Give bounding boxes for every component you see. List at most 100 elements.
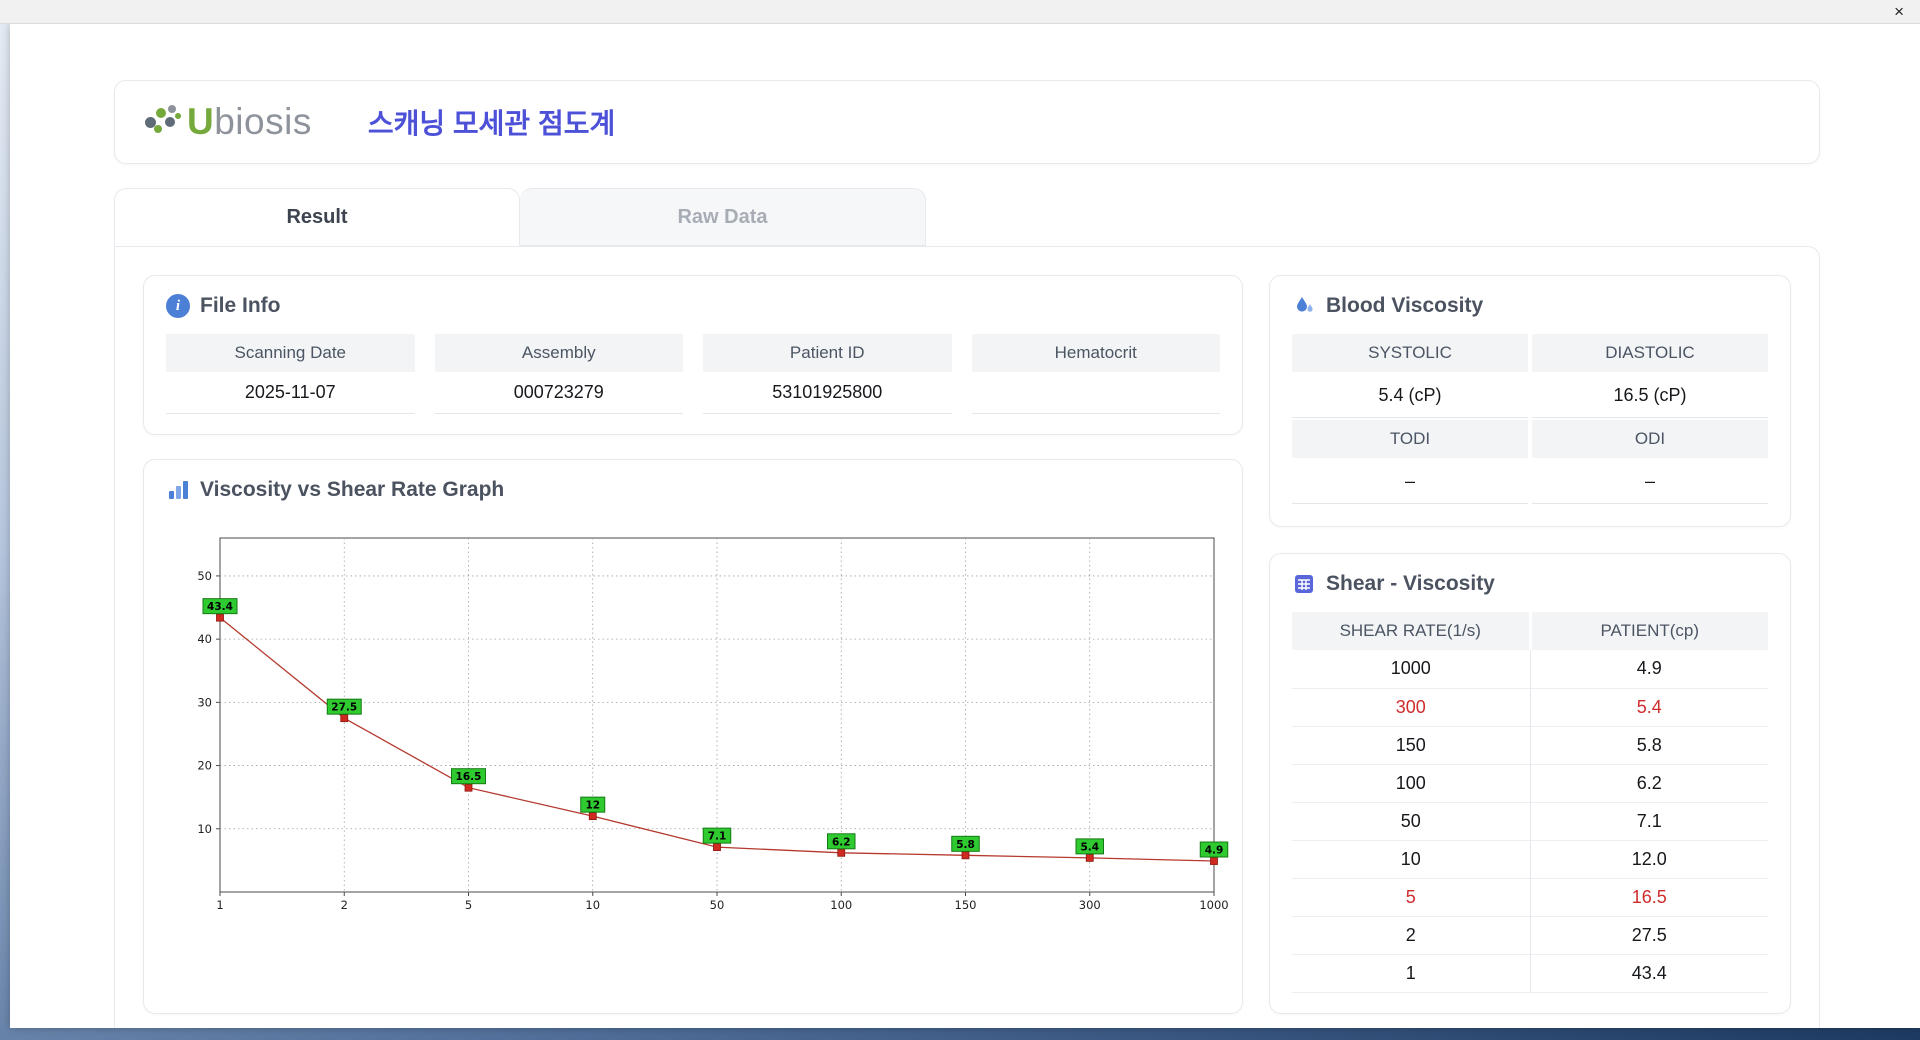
svg-text:6.2: 6.2	[832, 836, 851, 848]
table-row: 150 5.8	[1292, 726, 1768, 765]
header-card: Ubiosis 스캐닝 모세관 점도계	[114, 80, 1820, 164]
field-hematocrit: Hematocrit	[971, 334, 1220, 414]
svg-text:10: 10	[197, 822, 212, 836]
patient-viscosity-cell: 5.8	[1530, 726, 1768, 765]
graph-title: Viscosity vs Shear Rate Graph	[200, 478, 505, 501]
page-title: 스캐닝 모세관 점도계	[367, 108, 616, 139]
svg-text:10: 10	[585, 898, 600, 912]
shear-rate-column-header: SHEAR RATE(1/s)	[1292, 612, 1530, 650]
ubiosis-logo: Ubiosis	[145, 101, 312, 143]
patient-column-header: PATIENT(cp)	[1528, 612, 1768, 650]
patient-viscosity-cell: 16.5	[1530, 878, 1768, 917]
svg-text:20: 20	[197, 759, 212, 773]
svg-text:40: 40	[197, 632, 212, 646]
svg-text:100: 100	[830, 898, 852, 912]
file-info-card: i File Info Scanning Date 2025-11-07 Ass…	[143, 275, 1243, 435]
file-info-fields: Scanning Date 2025-11-07 Assembly 000723…	[166, 334, 1220, 414]
droplet-icon	[1297, 297, 1313, 312]
field-value: 000723279	[434, 372, 683, 414]
systolic-label: SYSTOLIC	[1292, 334, 1528, 372]
shear-viscosity-card: Shear - Viscosity SHEAR RATE(1/s) PATIEN…	[1269, 553, 1791, 1014]
svg-text:50: 50	[710, 898, 725, 912]
logo-dots-icon	[145, 105, 183, 139]
tab-raw-data[interactable]: Raw Data	[520, 188, 926, 246]
window-titlebar: ×	[0, 0, 1920, 24]
table-row: 50 7.1	[1292, 802, 1768, 841]
svg-text:7.1: 7.1	[708, 831, 727, 843]
table-row: 10 12.0	[1292, 840, 1768, 879]
viscosity-chart: 10203040501 2 5 10 50 100 150 300 100043.427.516…	[197, 537, 1229, 912]
svg-text:5.4: 5.4	[1080, 841, 1099, 853]
table-row: 1000 4.9	[1292, 650, 1768, 689]
app-window: Ubiosis 스캐닝 모세관 점도계 Result Raw Data i Fi…	[10, 24, 1920, 1028]
info-icon: i	[166, 294, 190, 318]
patient-viscosity-cell: 27.5	[1530, 916, 1768, 955]
table-row: 1 43.4	[1292, 954, 1768, 993]
odi-value: –	[1532, 460, 1768, 504]
shear-rate-cell: 300	[1292, 688, 1531, 727]
shear-rate-cell: 50	[1292, 802, 1531, 841]
svg-text:27.5: 27.5	[331, 702, 357, 714]
svg-text:43.4: 43.4	[207, 601, 233, 613]
field-label: Scanning Date	[166, 334, 415, 372]
shear-rate-cell: 1	[1292, 954, 1531, 993]
shear-rate-cell: 5	[1292, 878, 1531, 917]
field-value	[971, 372, 1220, 414]
field-label: Assembly	[434, 334, 683, 372]
shear-rate-cell: 2	[1292, 916, 1531, 955]
table-row: 300 5.4	[1292, 688, 1768, 727]
odi-label: ODI	[1532, 420, 1768, 458]
svg-text:50: 50	[197, 569, 212, 583]
todi-label: TODI	[1292, 420, 1528, 458]
table-icon	[1295, 575, 1313, 593]
patient-viscosity-cell: 6.2	[1530, 764, 1768, 803]
patient-viscosity-cell: 4.9	[1530, 650, 1768, 689]
shear-viscosity-table-body: 1000 4.9 300 5.4 150 5.8 100 6.2 50 7.1 10 12.0 5 16.…	[1292, 650, 1768, 993]
svg-text:12: 12	[585, 800, 600, 812]
field-value: 2025-11-07	[166, 372, 415, 414]
svg-text:150: 150	[955, 898, 977, 912]
field-patient-id: Patient ID 53101925800	[703, 334, 952, 414]
blood-viscosity-card: Blood Viscosity SYSTOLIC DIASTOLIC 5.4 (…	[1269, 275, 1791, 527]
logo-text-rest: biosis	[214, 101, 312, 142]
svg-text:30: 30	[197, 695, 212, 709]
table-row: 100 6.2	[1292, 764, 1768, 803]
blood-viscosity-grid: SYSTOLIC DIASTOLIC 5.4 (cP) 16.5 (cP) TO…	[1292, 334, 1768, 506]
close-icon[interactable]: ×	[1894, 1, 1904, 23]
shear-rate-cell: 10	[1292, 840, 1531, 879]
svg-text:1: 1	[216, 898, 223, 912]
field-scanning-date: Scanning Date 2025-11-07	[166, 334, 415, 414]
table-row: 2 27.5	[1292, 916, 1768, 955]
patient-viscosity-cell: 43.4	[1530, 954, 1768, 993]
svg-text:2: 2	[341, 898, 348, 912]
shear-viscosity-title: Shear - Viscosity	[1326, 572, 1495, 595]
field-assembly: Assembly 000723279	[434, 334, 683, 414]
shear-viscosity-table: SHEAR RATE(1/s) PATIENT(cp) 1000 4.9 300 5.…	[1292, 612, 1768, 993]
file-info-title: File Info	[200, 294, 281, 317]
field-value: 53101925800	[703, 372, 952, 414]
patient-viscosity-cell: 12.0	[1530, 840, 1768, 879]
diastolic-label: DIASTOLIC	[1532, 334, 1768, 372]
bar-chart-icon	[169, 481, 188, 499]
logo-text-u: U	[187, 101, 215, 142]
blood-viscosity-title: Blood Viscosity	[1326, 294, 1484, 317]
viscosity-graph-card: Viscosity vs Shear Rate Graph 10 20 30 40 50…	[143, 459, 1243, 1014]
shear-rate-cell: 100	[1292, 764, 1531, 803]
svg-text:16.5: 16.5	[456, 771, 482, 783]
svg-text:4.9: 4.9	[1205, 845, 1224, 857]
svg-text:5.8: 5.8	[956, 839, 975, 851]
svg-text:1000: 1000	[1199, 898, 1228, 912]
table-row: 5 16.5	[1292, 878, 1768, 917]
field-label: Patient ID	[703, 334, 952, 372]
svg-text:300: 300	[1079, 898, 1101, 912]
field-label: Hematocrit	[971, 334, 1220, 372]
todi-value: –	[1292, 460, 1528, 504]
svg-text:5: 5	[465, 898, 472, 912]
tab-bar: Result Raw Data	[114, 188, 1820, 246]
diastolic-value: 16.5 (cP)	[1532, 374, 1768, 418]
patient-viscosity-cell: 5.4	[1530, 688, 1768, 727]
tab-result[interactable]: Result	[114, 188, 520, 246]
shear-rate-cell: 150	[1292, 726, 1531, 765]
shear-rate-cell: 1000	[1292, 650, 1531, 689]
result-panel: i File Info Scanning Date 2025-11-07 Ass…	[114, 246, 1820, 1028]
